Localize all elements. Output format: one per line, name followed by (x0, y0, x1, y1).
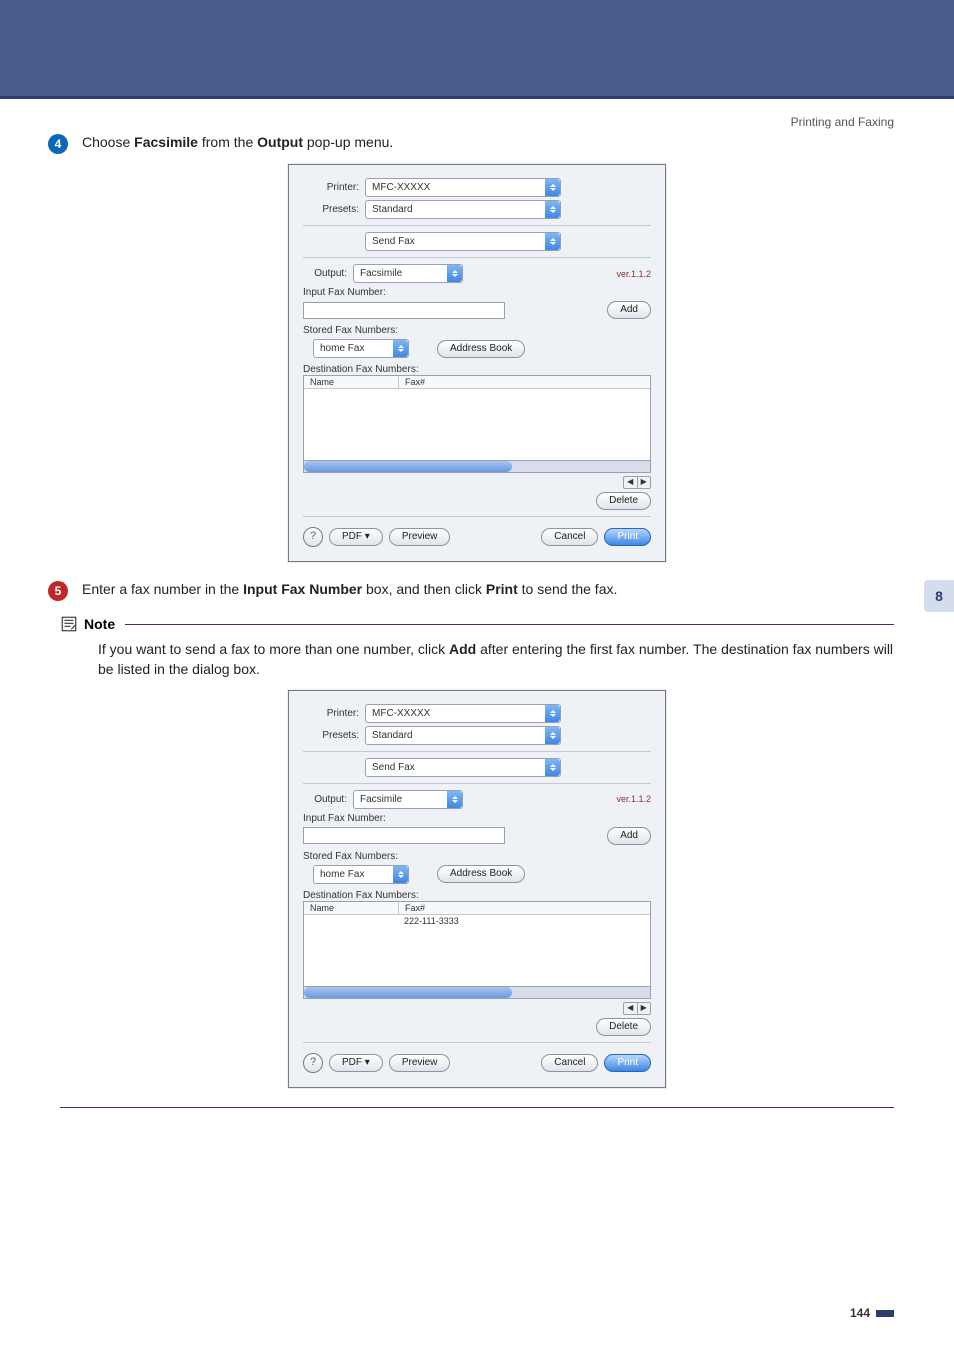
add-button[interactable]: Add (607, 301, 651, 319)
chevron-updown-icon (447, 265, 462, 282)
step-number-icon: 4 (48, 134, 68, 154)
print-dialog-1: Printer: MFC-XXXXX Presets: Standard Sen… (288, 164, 666, 562)
top-banner (0, 0, 954, 99)
dest-fax-label: Destination Fax Numbers: (303, 364, 651, 375)
page-number: 144 (850, 1306, 894, 1320)
destination-table[interactable]: Name Fax# 222-111-3333 (303, 901, 651, 999)
version-label: ver.1.1.2 (616, 269, 651, 279)
delete-button[interactable]: Delete (596, 1018, 651, 1036)
chevron-updown-icon (545, 233, 560, 250)
delete-button[interactable]: Delete (596, 492, 651, 510)
step-4-text: Choose Facsimile from the Output pop-up … (82, 133, 393, 153)
printer-label: Printer: (303, 182, 359, 193)
col-fax: Fax# (399, 902, 431, 914)
stored-fax-label: Stored Fax Numbers: (303, 851, 651, 862)
step-number-icon: 5 (48, 581, 68, 601)
chevron-updown-icon (447, 791, 462, 808)
note-heading: Note (60, 615, 894, 633)
address-book-button[interactable]: Address Book (437, 340, 525, 358)
pdf-menu-button[interactable]: PDF ▾ (329, 1054, 383, 1072)
chevron-updown-icon (545, 201, 560, 218)
presets-select[interactable]: Standard (365, 726, 561, 745)
step-5: 5 Enter a fax number in the Input Fax Nu… (48, 580, 894, 601)
printer-select[interactable]: MFC-XXXXX (365, 704, 561, 723)
stored-fax-select[interactable]: home Fax (313, 339, 409, 358)
step-5-text: Enter a fax number in the Input Fax Numb… (82, 580, 617, 600)
destination-table[interactable]: Name Fax# (303, 375, 651, 473)
output-select[interactable]: Facsimile (353, 264, 463, 283)
printer-label: Printer: (303, 708, 359, 719)
table-nav-arrows[interactable]: ◀▶ (623, 1002, 651, 1015)
print-dialog-2: Printer: MFC-XXXXX Presets: Standard Sen… (288, 690, 666, 1088)
cell-name (304, 915, 398, 927)
breadcrumb: Printing and Faxing (791, 115, 894, 129)
output-label: Output: (303, 794, 347, 805)
chevron-updown-icon (393, 340, 408, 357)
note-label: Note (84, 616, 115, 632)
preview-button[interactable]: Preview (389, 1054, 451, 1072)
input-fax-label: Input Fax Number: (303, 287, 651, 298)
print-button[interactable]: Print (604, 1054, 651, 1072)
pane-select[interactable]: Send Fax (365, 232, 561, 251)
input-fax-label: Input Fax Number: (303, 813, 651, 824)
horizontal-scrollbar[interactable] (304, 460, 650, 472)
help-button[interactable]: ? (303, 1053, 323, 1073)
table-header: Name Fax# (304, 376, 650, 389)
col-fax: Fax# (399, 376, 431, 388)
note-icon (60, 615, 78, 633)
note-end-rule (60, 1106, 894, 1108)
input-fax-number-field[interactable] (303, 302, 505, 319)
stored-fax-label: Stored Fax Numbers: (303, 325, 651, 336)
cancel-button[interactable]: Cancel (541, 528, 598, 546)
dest-fax-label: Destination Fax Numbers: (303, 890, 651, 901)
chevron-updown-icon (545, 179, 560, 196)
stored-fax-select[interactable]: home Fax (313, 865, 409, 884)
preview-button[interactable]: Preview (389, 528, 451, 546)
note-body: If you want to send a fax to more than o… (98, 639, 894, 680)
chapter-tab: 8 (924, 580, 954, 612)
cell-fax: 222-111-3333 (398, 915, 465, 927)
chevron-updown-icon (545, 727, 560, 744)
chevron-updown-icon (393, 866, 408, 883)
chevron-updown-icon (545, 705, 560, 722)
step-4: 4 Choose Facsimile from the Output pop-u… (48, 133, 894, 154)
output-label: Output: (303, 268, 347, 279)
help-button[interactable]: ? (303, 527, 323, 547)
presets-label: Presets: (303, 730, 359, 741)
presets-label: Presets: (303, 204, 359, 215)
presets-select[interactable]: Standard (365, 200, 561, 219)
output-select[interactable]: Facsimile (353, 790, 463, 809)
add-button[interactable]: Add (607, 827, 651, 845)
table-row[interactable]: 222-111-3333 (304, 915, 650, 927)
chevron-updown-icon (545, 759, 560, 776)
table-nav-arrows[interactable]: ◀▶ (623, 476, 651, 489)
print-button[interactable]: Print (604, 528, 651, 546)
version-label: ver.1.1.2 (616, 794, 651, 804)
col-name: Name (304, 376, 399, 388)
col-name: Name (304, 902, 399, 914)
cancel-button[interactable]: Cancel (541, 1054, 598, 1072)
address-book-button[interactable]: Address Book (437, 865, 525, 883)
pane-select[interactable]: Send Fax (365, 758, 561, 777)
input-fax-number-field[interactable] (303, 827, 505, 844)
pdf-menu-button[interactable]: PDF ▾ (329, 528, 383, 546)
horizontal-scrollbar[interactable] (304, 986, 650, 998)
printer-select[interactable]: MFC-XXXXX (365, 178, 561, 197)
table-header: Name Fax# (304, 902, 650, 915)
